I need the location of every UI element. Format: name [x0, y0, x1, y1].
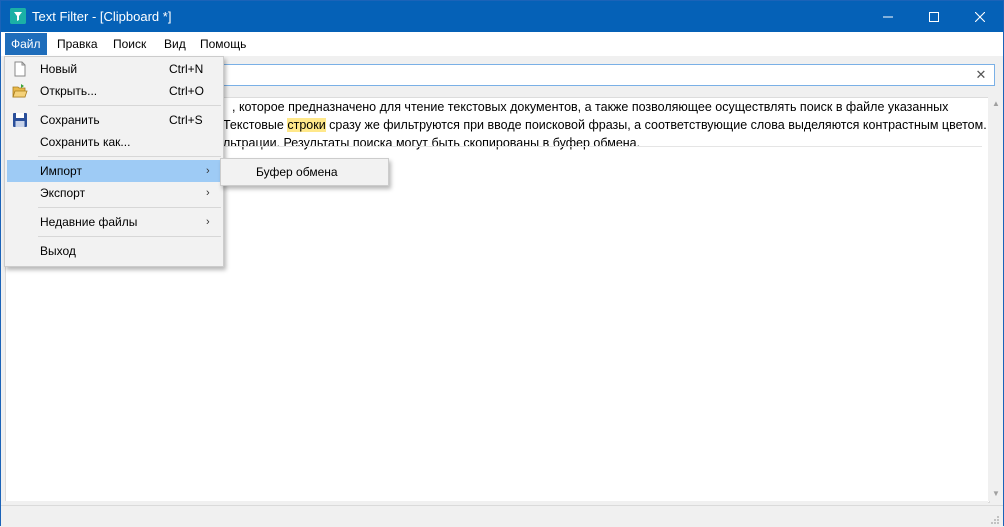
menu-item-label: Сохранить — [40, 113, 100, 127]
minimize-button[interactable] — [865, 1, 911, 32]
menu-file[interactable]: Файл — [5, 33, 47, 55]
menu-item-save-as[interactable]: Сохранить как... — [7, 131, 221, 153]
app-icon[interactable] — [10, 8, 26, 24]
status-bar — [1, 505, 1003, 527]
import-submenu: Буфер обмена — [220, 158, 389, 186]
menu-item-label: Выход — [40, 244, 76, 258]
chevron-right-icon: › — [206, 187, 210, 199]
menu-separator — [38, 105, 221, 106]
menu-item-save[interactable]: Сохранить Ctrl+S — [7, 109, 221, 131]
window-title: Text Filter - [Clipboard *] — [32, 9, 172, 24]
maximize-button[interactable] — [911, 1, 957, 32]
menu-search[interactable]: Поиск — [107, 33, 152, 55]
content-line: Текстовые строки сразу же фильтруются пр… — [223, 116, 987, 134]
menu-item-recent-files[interactable]: Недавние файлы › — [7, 211, 221, 233]
menu-item-shortcut: Ctrl+O — [169, 84, 205, 98]
app-window: Text Filter - [Clipboard *] Файл Правка … — [0, 0, 1004, 527]
menu-item-label: Новый — [40, 62, 78, 76]
menu-item-shortcut: Ctrl+N — [169, 62, 204, 76]
menu-item-shortcut: Ctrl+S — [169, 113, 203, 127]
chevron-right-icon: › — [206, 216, 210, 228]
menu-separator — [38, 236, 221, 237]
menu-bar: Файл Правка Поиск Вид Помощь — [1, 32, 1003, 56]
save-icon — [13, 113, 27, 127]
content-text: Текстовые — [223, 118, 288, 132]
content-line: ильтрации. Результаты поиска могут быть … — [216, 134, 640, 152]
content-text: ильтрации. Результаты поиска могут быть … — [216, 136, 641, 150]
menu-separator — [38, 207, 221, 208]
menu-item-label: Импорт — [40, 164, 82, 178]
content-line: , которое предназначено для чтение текст… — [232, 98, 948, 116]
menu-view[interactable]: Вид — [158, 33, 192, 55]
open-folder-icon — [12, 84, 28, 98]
maximize-icon — [929, 11, 939, 22]
menu-item-import[interactable]: Импорт › — [7, 160, 221, 182]
menu-item-label: Экспорт — [40, 186, 86, 200]
vertical-scrollbar[interactable]: ▲ ▼ — [988, 97, 1003, 501]
menu-separator — [38, 156, 221, 157]
menu-item-exit[interactable]: Выход — [7, 240, 221, 262]
clear-filter-icon[interactable]: ✕ — [974, 68, 988, 82]
scroll-down-icon[interactable]: ▼ — [992, 489, 1000, 498]
close-icon — [975, 11, 985, 22]
file-menu-dropdown: Новый Ctrl+N Открыть... Ctrl+O Сохранить… — [4, 56, 224, 267]
title-bar[interactable]: Text Filter - [Clipboard *] — [1, 1, 1003, 32]
menu-edit[interactable]: Правка — [51, 33, 104, 55]
resize-grip-icon[interactable] — [990, 515, 1000, 525]
menu-item-label: Открыть... — [40, 84, 98, 98]
scroll-up-icon[interactable]: ▲ — [992, 99, 1000, 108]
menu-help[interactable]: Помощь — [194, 33, 252, 55]
search-highlight: строки — [287, 118, 326, 132]
minimize-icon — [883, 16, 893, 17]
content-text: , которое предназначено для чтение текст… — [232, 100, 949, 114]
new-file-icon — [14, 61, 26, 77]
menu-item-export[interactable]: Экспорт › — [7, 182, 221, 204]
content-text: сразу же фильтруются при вводе поисковой… — [325, 118, 987, 132]
menu-item-new[interactable]: Новый Ctrl+N — [7, 58, 221, 80]
menu-item-label: Сохранить как... — [40, 135, 131, 149]
close-button[interactable] — [957, 1, 1003, 32]
menu-item-label: Буфер обмена — [256, 165, 338, 179]
menu-item-clipboard[interactable]: Буфер обмена — [223, 159, 386, 181]
menu-item-label: Недавние файлы — [40, 215, 138, 229]
chevron-right-icon: › — [206, 165, 210, 177]
menu-item-open[interactable]: Открыть... Ctrl+O — [7, 80, 221, 102]
